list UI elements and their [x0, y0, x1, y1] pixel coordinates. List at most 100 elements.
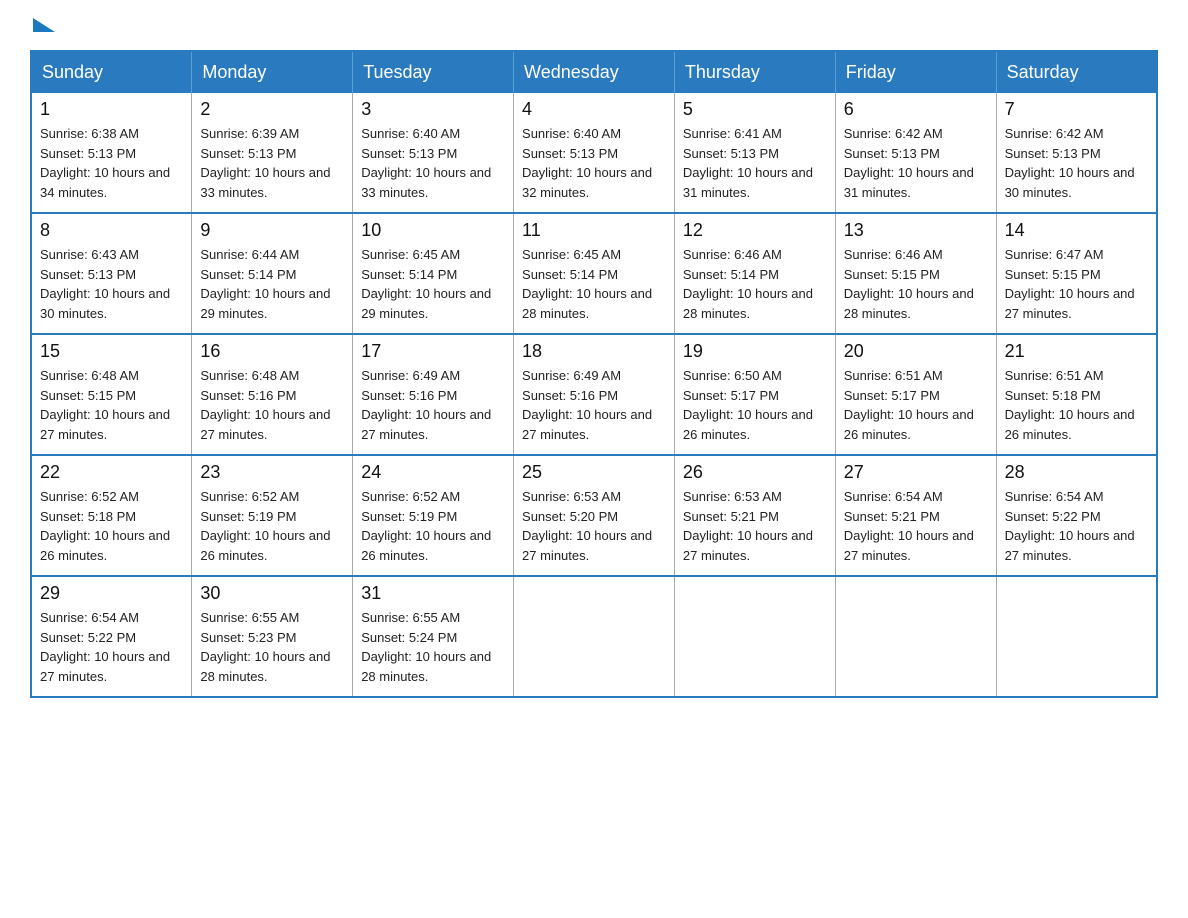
- calendar-cell: 13Sunrise: 6:46 AMSunset: 5:15 PMDayligh…: [835, 213, 996, 334]
- day-number: 21: [1005, 341, 1148, 362]
- day-info: Sunrise: 6:41 AMSunset: 5:13 PMDaylight:…: [683, 124, 827, 202]
- day-info: Sunrise: 6:44 AMSunset: 5:14 PMDaylight:…: [200, 245, 344, 323]
- day-info: Sunrise: 6:42 AMSunset: 5:13 PMDaylight:…: [844, 124, 988, 202]
- day-info: Sunrise: 6:54 AMSunset: 5:22 PMDaylight:…: [40, 608, 183, 686]
- calendar-header-row: SundayMondayTuesdayWednesdayThursdayFrid…: [31, 51, 1157, 93]
- day-info: Sunrise: 6:53 AMSunset: 5:21 PMDaylight:…: [683, 487, 827, 565]
- day-number: 11: [522, 220, 666, 241]
- calendar-cell: 16 Sunrise: 6:48 AMSunset: 5:16 PMDayligh…: [192, 334, 353, 455]
- day-info: Sunrise: 6:52 AMSunset: 5:19 PMDaylight:…: [200, 487, 344, 565]
- calendar-cell: 1Sunrise: 6:38 AMSunset: 5:13 PMDaylight…: [31, 93, 192, 213]
- calendar-cell: 17 Sunrise: 6:49 AMSunset: 5:16 PMDayligh…: [353, 334, 514, 455]
- calendar-cell: 9 Sunrise: 6:44 AMSunset: 5:14 PMDaylight…: [192, 213, 353, 334]
- day-info: Sunrise: 6:51 AMSunset: 5:17 PMDaylight:…: [844, 366, 988, 444]
- calendar-cell: 12Sunrise: 6:46 AMSunset: 5:14 PMDayligh…: [674, 213, 835, 334]
- calendar-cell: 3 Sunrise: 6:40 AMSunset: 5:13 PMDaylight…: [353, 93, 514, 213]
- calendar-header-tuesday: Tuesday: [353, 51, 514, 93]
- page-header: [30, 20, 1158, 30]
- calendar-cell: 20 Sunrise: 6:51 AMSunset: 5:17 PMDayligh…: [835, 334, 996, 455]
- day-number: 24: [361, 462, 505, 483]
- calendar-header-saturday: Saturday: [996, 51, 1157, 93]
- calendar-header-monday: Monday: [192, 51, 353, 93]
- day-number: 7: [1005, 99, 1148, 120]
- calendar-cell: 24 Sunrise: 6:52 AMSunset: 5:19 PMDayligh…: [353, 455, 514, 576]
- calendar-cell: 28 Sunrise: 6:54 AMSunset: 5:22 PMDayligh…: [996, 455, 1157, 576]
- day-number: 5: [683, 99, 827, 120]
- calendar-cell: 5 Sunrise: 6:41 AMSunset: 5:13 PMDaylight…: [674, 93, 835, 213]
- day-number: 28: [1005, 462, 1148, 483]
- calendar-cell: 7 Sunrise: 6:42 AMSunset: 5:13 PMDaylight…: [996, 93, 1157, 213]
- calendar-cell: [835, 576, 996, 697]
- logo: [30, 20, 55, 30]
- day-info: Sunrise: 6:47 AMSunset: 5:15 PMDaylight:…: [1005, 245, 1148, 323]
- day-number: 8: [40, 220, 183, 241]
- calendar-cell: [674, 576, 835, 697]
- calendar-cell: 26Sunrise: 6:53 AMSunset: 5:21 PMDayligh…: [674, 455, 835, 576]
- calendar-table: SundayMondayTuesdayWednesdayThursdayFrid…: [30, 50, 1158, 698]
- calendar-cell: 11 Sunrise: 6:45 AMSunset: 5:14 PMDayligh…: [514, 213, 675, 334]
- calendar-cell: 31 Sunrise: 6:55 AMSunset: 5:24 PMDayligh…: [353, 576, 514, 697]
- calendar-cell: 14Sunrise: 6:47 AMSunset: 5:15 PMDayligh…: [996, 213, 1157, 334]
- day-number: 22: [40, 462, 183, 483]
- day-info: Sunrise: 6:52 AMSunset: 5:18 PMDaylight:…: [40, 487, 183, 565]
- day-info: Sunrise: 6:40 AMSunset: 5:13 PMDaylight:…: [522, 124, 666, 202]
- calendar-cell: 27Sunrise: 6:54 AMSunset: 5:21 PMDayligh…: [835, 455, 996, 576]
- calendar-cell: 23 Sunrise: 6:52 AMSunset: 5:19 PMDayligh…: [192, 455, 353, 576]
- calendar-cell: [996, 576, 1157, 697]
- day-info: Sunrise: 6:53 AMSunset: 5:20 PMDaylight:…: [522, 487, 666, 565]
- calendar-cell: 8 Sunrise: 6:43 AMSunset: 5:13 PMDaylight…: [31, 213, 192, 334]
- day-number: 3: [361, 99, 505, 120]
- day-info: Sunrise: 6:43 AMSunset: 5:13 PMDaylight:…: [40, 245, 183, 323]
- day-info: Sunrise: 6:45 AMSunset: 5:14 PMDaylight:…: [361, 245, 505, 323]
- day-info: Sunrise: 6:52 AMSunset: 5:19 PMDaylight:…: [361, 487, 505, 565]
- day-number: 25: [522, 462, 666, 483]
- day-number: 31: [361, 583, 505, 604]
- day-info: Sunrise: 6:42 AMSunset: 5:13 PMDaylight:…: [1005, 124, 1148, 202]
- day-number: 17: [361, 341, 505, 362]
- day-info: Sunrise: 6:49 AMSunset: 5:16 PMDaylight:…: [361, 366, 505, 444]
- calendar-cell: 2 Sunrise: 6:39 AMSunset: 5:13 PMDaylight…: [192, 93, 353, 213]
- calendar-week-row: 1Sunrise: 6:38 AMSunset: 5:13 PMDaylight…: [31, 93, 1157, 213]
- day-info: Sunrise: 6:48 AMSunset: 5:15 PMDaylight:…: [40, 366, 183, 444]
- day-number: 6: [844, 99, 988, 120]
- day-info: Sunrise: 6:40 AMSunset: 5:13 PMDaylight:…: [361, 124, 505, 202]
- calendar-week-row: 15 Sunrise: 6:48 AMSunset: 5:15 PMDayligh…: [31, 334, 1157, 455]
- day-number: 2: [200, 99, 344, 120]
- day-number: 4: [522, 99, 666, 120]
- day-info: Sunrise: 6:54 AMSunset: 5:21 PMDaylight:…: [844, 487, 988, 565]
- calendar-header-wednesday: Wednesday: [514, 51, 675, 93]
- calendar-cell: 10 Sunrise: 6:45 AMSunset: 5:14 PMDayligh…: [353, 213, 514, 334]
- day-info: Sunrise: 6:39 AMSunset: 5:13 PMDaylight:…: [200, 124, 344, 202]
- calendar-cell: 18Sunrise: 6:49 AMSunset: 5:16 PMDayligh…: [514, 334, 675, 455]
- day-number: 10: [361, 220, 505, 241]
- day-number: 16: [200, 341, 344, 362]
- calendar-cell: 30Sunrise: 6:55 AMSunset: 5:23 PMDayligh…: [192, 576, 353, 697]
- day-info: Sunrise: 6:55 AMSunset: 5:24 PMDaylight:…: [361, 608, 505, 686]
- day-number: 23: [200, 462, 344, 483]
- calendar-week-row: 8 Sunrise: 6:43 AMSunset: 5:13 PMDaylight…: [31, 213, 1157, 334]
- day-number: 29: [40, 583, 183, 604]
- calendar-cell: 21 Sunrise: 6:51 AMSunset: 5:18 PMDayligh…: [996, 334, 1157, 455]
- day-info: Sunrise: 6:50 AMSunset: 5:17 PMDaylight:…: [683, 366, 827, 444]
- day-number: 15: [40, 341, 183, 362]
- calendar-cell: 19 Sunrise: 6:50 AMSunset: 5:17 PMDayligh…: [674, 334, 835, 455]
- day-info: Sunrise: 6:45 AMSunset: 5:14 PMDaylight:…: [522, 245, 666, 323]
- day-number: 19: [683, 341, 827, 362]
- day-number: 13: [844, 220, 988, 241]
- calendar-header-thursday: Thursday: [674, 51, 835, 93]
- day-info: Sunrise: 6:51 AMSunset: 5:18 PMDaylight:…: [1005, 366, 1148, 444]
- day-number: 20: [844, 341, 988, 362]
- calendar-cell: 15 Sunrise: 6:48 AMSunset: 5:15 PMDayligh…: [31, 334, 192, 455]
- calendar-week-row: 22 Sunrise: 6:52 AMSunset: 5:18 PMDayligh…: [31, 455, 1157, 576]
- day-info: Sunrise: 6:38 AMSunset: 5:13 PMDaylight:…: [40, 124, 183, 202]
- calendar-cell: 25 Sunrise: 6:53 AMSunset: 5:20 PMDayligh…: [514, 455, 675, 576]
- calendar-cell: [514, 576, 675, 697]
- day-info: Sunrise: 6:54 AMSunset: 5:22 PMDaylight:…: [1005, 487, 1148, 565]
- day-number: 9: [200, 220, 344, 241]
- day-number: 30: [200, 583, 344, 604]
- day-number: 12: [683, 220, 827, 241]
- calendar-header-sunday: Sunday: [31, 51, 192, 93]
- calendar-cell: 22 Sunrise: 6:52 AMSunset: 5:18 PMDayligh…: [31, 455, 192, 576]
- day-info: Sunrise: 6:48 AMSunset: 5:16 PMDaylight:…: [200, 366, 344, 444]
- day-info: Sunrise: 6:49 AMSunset: 5:16 PMDaylight:…: [522, 366, 666, 444]
